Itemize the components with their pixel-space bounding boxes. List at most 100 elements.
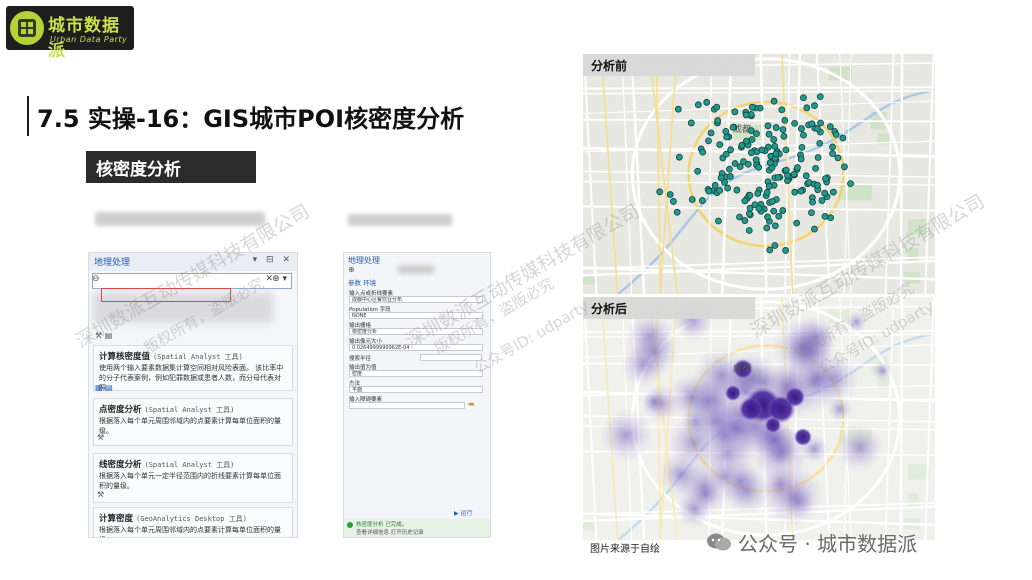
tool-description: 使用两个输入要素数据集计算空间相对风险表面。 该比率中的分子代表案例，例如犯罪数… — [99, 364, 284, 392]
section-label: 核密度分析 — [86, 151, 256, 183]
poi-point — [729, 123, 737, 131]
poi-point — [841, 163, 848, 171]
poi-point — [758, 146, 766, 154]
poi-point — [793, 219, 801, 227]
poi-point — [752, 156, 760, 164]
poi-point — [770, 97, 778, 105]
poi-point — [713, 103, 721, 111]
density-halo — [835, 423, 884, 472]
tool-card[interactable]: 线密度分析 (Spatial Analyst 工具) 根据落入每个单元一定半径范… — [93, 453, 293, 503]
tool-card[interactable]: 计算核密度值 (Spatial Analyst 工具) 使用两个输入要素数据集计… — [93, 345, 293, 392]
poi-point — [811, 225, 818, 233]
tool-name: 线密度分析 (Spatial Analyst 工具) — [99, 460, 235, 470]
density-halo — [690, 479, 721, 509]
folder-icon[interactable]: ▬ — [468, 400, 475, 408]
density-halo — [667, 416, 721, 470]
poi-point — [826, 123, 834, 131]
poi-point — [821, 212, 829, 220]
density-halo — [599, 408, 653, 462]
tool-name: 计算核密度值 (Spatial Analyst 工具) — [99, 352, 243, 362]
poi-point — [715, 217, 722, 225]
poi-point — [722, 127, 730, 135]
density-halo — [630, 327, 679, 376]
poi-point — [694, 167, 702, 175]
map-after-label: 分析后 — [583, 297, 755, 319]
poi-point — [816, 93, 824, 101]
poi-point — [774, 173, 782, 181]
urban-data-party-logo: 城市数据派 Urban Data Party — [6, 6, 134, 61]
tool-type-icon: ▦ ▤ — [95, 383, 113, 392]
search-options-icon[interactable]: ⊕ ▾ — [272, 274, 287, 284]
panel-title: 地理处理 — [94, 258, 131, 268]
poi-point — [747, 149, 755, 157]
density-core — [794, 428, 812, 446]
density-core — [785, 387, 805, 407]
poi-point — [812, 164, 819, 172]
poi-point — [705, 137, 712, 145]
poi-point — [772, 150, 780, 158]
poi-point — [798, 125, 805, 133]
poi-point — [733, 186, 741, 194]
poi-point — [827, 214, 835, 222]
poi-point — [763, 224, 771, 232]
poi-point — [766, 246, 774, 254]
poi-point — [699, 148, 707, 156]
poi-point — [674, 105, 682, 113]
poi-point — [738, 141, 746, 149]
poi-point — [839, 134, 847, 142]
poi-point — [834, 154, 842, 162]
method-select[interactable]: 平面 — [349, 386, 483, 393]
density-halo — [642, 390, 666, 414]
poi-point — [809, 198, 816, 206]
tool-description: 根据落入每个单元周围邻域内的点要素计算每单位面积的量级。 — [99, 417, 281, 435]
poi-point — [771, 222, 779, 230]
density-halo — [827, 396, 853, 422]
map-after-label-text: 分析后 — [591, 302, 628, 316]
back-icon[interactable]: ⊕ — [348, 265, 355, 274]
poi-point — [698, 197, 706, 204]
poi-point — [656, 188, 664, 196]
poi-point — [797, 155, 805, 163]
poi-point — [705, 187, 713, 195]
poi-point — [797, 187, 805, 195]
poi-point — [711, 181, 719, 189]
poi-point — [746, 204, 754, 212]
poi-point — [763, 189, 771, 196]
poi-point — [822, 175, 829, 183]
output-values-select[interactable]: 密度 — [349, 370, 483, 377]
poi-point — [847, 180, 854, 188]
status-links[interactable]: 查看详细信息 打开历史记录 — [356, 528, 424, 536]
back-arrow-icon[interactable]: ⊖ — [92, 274, 100, 284]
barrier-features-field[interactable] — [349, 402, 465, 409]
poi-point — [716, 141, 724, 149]
poi-point — [755, 204, 763, 212]
hammer-icon: ⚒ — [97, 433, 105, 442]
section-label-text: 核密度分析 — [96, 160, 181, 180]
status-message: 核密度分析 已完成。 — [356, 522, 408, 528]
run-button[interactable]: ▶ 运行 — [454, 508, 473, 517]
poi-point — [811, 102, 818, 110]
poi-point — [771, 242, 779, 249]
poi-point — [821, 189, 829, 197]
logo-emblem-icon — [10, 11, 44, 45]
tool-card[interactable]: 点密度分析 (Spatial Analyst 工具) 根据落入每个单元周围邻域内… — [93, 398, 293, 446]
poi-point — [666, 191, 674, 198]
poi-point — [805, 179, 813, 186]
poi-point — [791, 188, 799, 196]
poi-point — [808, 120, 816, 128]
poi-point — [803, 104, 811, 112]
poi-point — [766, 159, 774, 167]
title-accent-bar — [27, 96, 29, 136]
wechat-account-label: 公众号 · 城市数据派 — [738, 532, 918, 556]
poi-point — [775, 212, 783, 220]
density-halo — [871, 360, 893, 382]
parameter-tabs[interactable]: 参数 环境 — [348, 277, 376, 287]
poi-point — [744, 160, 752, 168]
blurred-caption — [95, 212, 265, 226]
poi-point — [770, 136, 778, 143]
poi-point — [818, 197, 826, 204]
tool-card[interactable]: 计算密度 (GeoAnalytics Desktop 工具) 根据落入每个单元周… — [93, 507, 293, 537]
poi-point — [779, 207, 787, 214]
panel-controls[interactable]: ▾ ⊟ ✕ — [253, 255, 293, 265]
poi-point — [782, 247, 790, 254]
